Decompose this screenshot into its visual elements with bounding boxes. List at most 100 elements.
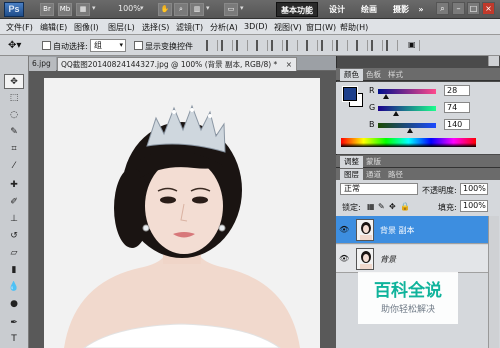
marquee-tool-icon[interactable]: ⬚ bbox=[4, 91, 24, 106]
document-tab[interactable]: 6.jpg bbox=[29, 57, 56, 71]
show-transform-checkbox[interactable] bbox=[134, 41, 143, 50]
menu-image[interactable]: 图像(I) bbox=[74, 22, 99, 33]
blur-tool-icon[interactable]: 💧 bbox=[4, 280, 24, 295]
menu-edit[interactable]: 编辑(E) bbox=[40, 22, 67, 33]
auto-align-icon[interactable]: ▣ bbox=[408, 40, 420, 51]
move-tool-icon[interactable]: ✥▾ bbox=[8, 39, 30, 52]
minimize-icon[interactable]: – bbox=[452, 2, 465, 15]
distribute-hcenter-icon[interactable] bbox=[371, 40, 383, 51]
layer-row[interactable]: 👁 背景 bbox=[336, 245, 488, 273]
layer-row[interactable]: 👁 背景 副本 bbox=[336, 216, 488, 244]
blend-mode-select[interactable]: 正常 bbox=[340, 183, 418, 195]
distribute-right-icon[interactable] bbox=[386, 40, 398, 51]
menu-window[interactable]: 窗口(W) bbox=[306, 22, 336, 33]
menu-3d[interactable]: 3D(D) bbox=[244, 22, 268, 31]
tab-swatches[interactable]: 色板 bbox=[362, 69, 385, 81]
eraser-tool-icon[interactable]: ▱ bbox=[4, 246, 24, 261]
lock-position-icon[interactable]: ✥ bbox=[389, 202, 396, 211]
close-icon[interactable]: × bbox=[482, 2, 495, 15]
document-image[interactable] bbox=[44, 78, 320, 348]
tab-styles[interactable]: 样式 bbox=[384, 69, 407, 81]
document-tab-active[interactable]: QQ截图20140824144327.jpg @ 100% (背景 副本, RG… bbox=[57, 57, 297, 71]
workspace-painting[interactable]: 绘画 bbox=[356, 2, 382, 17]
distribute-left-icon[interactable] bbox=[356, 40, 368, 51]
menu-filter[interactable]: 滤镜(T) bbox=[176, 22, 203, 33]
layer-name[interactable]: 背景 副本 bbox=[380, 225, 415, 236]
align-right-icon[interactable] bbox=[286, 40, 298, 51]
align-top-icon[interactable] bbox=[206, 40, 218, 51]
align-vcenter-icon[interactable] bbox=[221, 40, 233, 51]
channel-g-slider[interactable] bbox=[378, 106, 436, 111]
opacity-input[interactable]: 100% bbox=[460, 183, 488, 195]
fill-input[interactable]: 100% bbox=[460, 200, 488, 212]
menu-file[interactable]: 文件(F) bbox=[6, 22, 33, 33]
chevron-down-icon[interactable]: ▾ bbox=[206, 4, 210, 12]
align-left-icon[interactable] bbox=[256, 40, 268, 51]
minibridge-icon[interactable]: Mb bbox=[58, 3, 72, 16]
view-extras-icon[interactable]: ▦ bbox=[76, 3, 90, 16]
maximize-icon[interactable]: □ bbox=[467, 2, 480, 15]
align-bottom-icon[interactable] bbox=[236, 40, 248, 51]
eye-icon[interactable]: 👁 bbox=[339, 254, 349, 263]
workspace-overflow[interactable]: » bbox=[416, 2, 426, 17]
pen-tool-icon[interactable]: ✒ bbox=[4, 316, 24, 331]
lock-all-icon[interactable]: 🔒 bbox=[400, 202, 410, 211]
layer-name[interactable]: 背景 bbox=[380, 254, 396, 265]
distribute-vcenter-icon[interactable] bbox=[321, 40, 333, 51]
channel-r-value[interactable]: 28 bbox=[444, 85, 470, 96]
workspace-photography[interactable]: 摄影 bbox=[388, 2, 414, 17]
gradient-tool-icon[interactable]: ▮ bbox=[4, 263, 24, 278]
layers-scrollbar[interactable] bbox=[488, 216, 499, 348]
history-brush-icon[interactable]: ↺ bbox=[4, 229, 24, 244]
lock-image-icon[interactable]: ✎ bbox=[378, 202, 385, 211]
opacity-label: 不透明度: bbox=[422, 186, 457, 195]
align-hcenter-icon[interactable] bbox=[271, 40, 283, 51]
workspace-essentials[interactable]: 基本功能 bbox=[276, 2, 318, 17]
workspace-design[interactable]: 设计 bbox=[324, 2, 350, 17]
auto-select-dropdown[interactable]: 组 bbox=[90, 39, 126, 52]
crop-tool-icon[interactable]: ⌗ bbox=[4, 142, 24, 157]
hand-icon[interactable]: ✋ bbox=[158, 3, 172, 16]
menu-select[interactable]: 选择(S) bbox=[142, 22, 169, 33]
zoom-icon[interactable]: ⌕ bbox=[174, 3, 188, 16]
chevron-down-icon[interactable]: ▾ bbox=[92, 4, 96, 12]
screen-mode-icon[interactable]: ▭ bbox=[224, 3, 238, 16]
menu-analysis[interactable]: 分析(A) bbox=[210, 22, 238, 33]
eye-icon[interactable]: 👁 bbox=[339, 225, 349, 234]
close-tab-icon[interactable]: × bbox=[286, 58, 292, 71]
color-spectrum-bar[interactable] bbox=[341, 138, 476, 147]
type-tool-icon[interactable]: T bbox=[4, 332, 24, 347]
brush-tool-icon[interactable]: ✐ bbox=[4, 195, 24, 210]
channel-g-value[interactable]: 74 bbox=[444, 102, 470, 113]
channel-b-thumb[interactable] bbox=[407, 128, 413, 133]
lasso-tool-icon[interactable]: ◌ bbox=[4, 108, 24, 123]
distribute-bottom-icon[interactable] bbox=[336, 40, 348, 51]
lock-transparency-icon[interactable]: ▦ bbox=[367, 202, 375, 211]
tab-masks[interactable]: 蒙版 bbox=[362, 156, 385, 168]
channel-g-thumb[interactable] bbox=[393, 111, 399, 116]
channel-b-value[interactable]: 140 bbox=[444, 119, 470, 130]
help-search-icon[interactable]: ⌕ bbox=[436, 2, 449, 15]
menu-view[interactable]: 视图(V) bbox=[274, 22, 302, 33]
channel-r-thumb[interactable] bbox=[383, 94, 389, 99]
foreground-color-swatch[interactable] bbox=[342, 86, 358, 102]
menu-layer[interactable]: 图层(L) bbox=[108, 22, 135, 33]
eyedropper-tool-icon[interactable]: ⁄ bbox=[4, 159, 24, 174]
zoom-level[interactable]: 100% bbox=[118, 4, 141, 13]
clone-stamp-icon[interactable]: ⊥ bbox=[4, 212, 24, 227]
tab-adjustments[interactable]: 调整 bbox=[340, 156, 363, 168]
quick-select-tool-icon[interactable]: ✎ bbox=[4, 125, 24, 140]
auto-select-checkbox[interactable] bbox=[42, 41, 51, 50]
layer-thumbnail bbox=[356, 219, 374, 241]
move-tool-icon[interactable]: ✥ bbox=[4, 74, 24, 89]
healing-brush-icon[interactable]: ✚ bbox=[4, 178, 24, 193]
chevron-down-icon[interactable]: ▾ bbox=[240, 4, 244, 12]
menu-help[interactable]: 帮助(H) bbox=[340, 22, 368, 33]
bridge-icon[interactable]: Br bbox=[40, 3, 54, 16]
tab-color[interactable]: 颜色 bbox=[340, 69, 363, 81]
panel-collapse-icon[interactable] bbox=[488, 56, 499, 66]
distribute-top-icon[interactable] bbox=[306, 40, 318, 51]
dodge-tool-icon[interactable]: ● bbox=[4, 297, 24, 312]
chevron-down-icon[interactable]: ▾ bbox=[140, 4, 144, 12]
arrange-documents-icon[interactable]: ▥ bbox=[190, 3, 204, 16]
